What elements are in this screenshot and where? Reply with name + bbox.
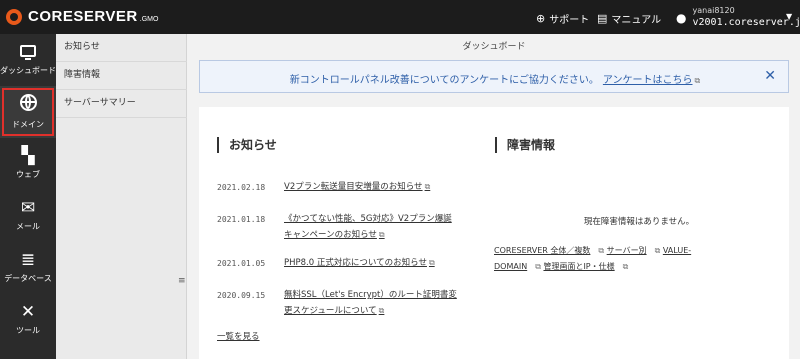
brand-suffix: .GMO (139, 15, 159, 23)
news-link[interactable]: V2プラン転送量目安増量のお知らせ ⧉ (284, 179, 459, 195)
nav-web[interactable]: ▚ ウェブ (0, 138, 56, 190)
submenu-item-news[interactable]: お知らせ (56, 34, 187, 62)
external-link-icon: ⧉ (428, 258, 435, 267)
news-title: PHP8.0 正式対応についてのお知らせ (284, 258, 427, 268)
external-link-icon: ⧉ (598, 246, 605, 255)
survey-notice: 新コントロールパネル改善についてのアンケートにご協力ください。 アンケートはこちら… (199, 60, 789, 93)
nav-mail[interactable]: ✉ メール (0, 190, 56, 242)
news-title: 無料SSL（Let's Encrypt）のルート証明書変更スケジュールについて (284, 290, 457, 316)
main-content: ダッシュボード 新コントロールパネル改善についてのアンケートにご協力ください。ア… (188, 34, 800, 359)
fault-message: 現在障害情報はありません。 (583, 217, 695, 227)
news-link[interactable]: PHP8.0 正式対応についてのお知らせ ⧉ (284, 255, 459, 271)
nav-label: ドメイン (12, 120, 44, 129)
globe-icon (0, 94, 56, 116)
news-link[interactable]: 無料SSL（Let's Encrypt）のルート証明書変更スケジュールについて ⧉ (284, 287, 459, 319)
brand-logo[interactable]: CORESERVER .GMO (6, 8, 158, 25)
view-all-news-link[interactable]: 一覧を見る (217, 330, 260, 342)
fault-link-per-server[interactable]: サーバー別 (607, 246, 647, 255)
nav-label: ダッシュボード (0, 66, 56, 75)
external-link-icon: ⧉ (378, 306, 385, 315)
news-date: 2021.01.18 (217, 215, 266, 224)
nav-tools[interactable]: ✕ ツール (0, 294, 56, 346)
user-menu[interactable]: ● yanai8120 v2001.coreserver.jp (676, 5, 800, 29)
external-link-icon: ⧉ (694, 76, 701, 85)
lifebuoy-icon: ⊕ (536, 12, 546, 25)
nav-database[interactable]: ≣ データベース (0, 242, 56, 294)
external-link-icon: ⧉ (654, 246, 661, 255)
fault-links: CORESERVER 全体／複数 ⧉ サーバー別 ⧉ VALUE-DOMAIN ⧉ 管… (494, 243, 734, 275)
close-icon[interactable]: ✕ (764, 68, 776, 84)
nav-label: ウェブ (16, 170, 40, 179)
secondary-menu: お知らせ 障害情報 サーバーサマリー (56, 34, 187, 359)
news-date: 2021.02.18 (217, 183, 266, 192)
menu-collapse-icon[interactable]: ≡ (178, 276, 186, 286)
user-host: v2001.coreserver.jp (692, 17, 800, 28)
notice-text: 新コントロールパネル改善についてのアンケートにご協力ください。 (289, 75, 599, 86)
brand-logo-icon (6, 8, 22, 25)
icon-sidebar: ダッシュボード ドメイン ▚ ウェブ ✉ メール ≣ データベース ✕ ツール (0, 34, 56, 359)
manual-link[interactable]: ▤ マニュアル (597, 11, 661, 26)
fault-link-admin-ip[interactable]: 管理画面とIP・仕様 (543, 262, 614, 271)
user-name: yanai8120 (692, 6, 735, 15)
nav-domain[interactable]: ドメイン (0, 86, 56, 138)
external-link-icon: ⧉ (378, 230, 385, 239)
nav-label: ツール (16, 326, 40, 335)
book-icon: ▤ (597, 12, 608, 25)
page-title: ダッシュボード (462, 42, 526, 52)
fault-link-global[interactable]: CORESERVER 全体／複数 (494, 246, 590, 255)
caret-down-icon[interactable]: ▼ (786, 12, 792, 21)
support-link[interactable]: ⊕ サポート (536, 11, 589, 26)
grid-plus-icon: ▚ (21, 146, 35, 166)
fault-heading: 障害情報 (495, 137, 555, 153)
news-title: V2プラン転送量目安増量のお知らせ (284, 182, 423, 192)
database-icon: ≣ (20, 250, 36, 270)
manual-label: マニュアル (611, 15, 662, 26)
news-date: 2021.01.05 (217, 259, 266, 268)
news-date: 2020.09.15 (217, 291, 266, 300)
nav-label: データベース (4, 274, 52, 283)
tools-icon: ✕ (20, 302, 36, 322)
news-heading: お知らせ (217, 137, 277, 153)
external-link-icon: ⧉ (535, 262, 541, 271)
submenu-item-faults[interactable]: 障害情報 (56, 62, 187, 90)
support-label: サポート (549, 15, 590, 26)
news-link[interactable]: 《かつてない性能、5G対応》V2プラン爆誕キャンペーンのお知らせ ⧉ (284, 211, 459, 243)
envelope-icon: ✉ (20, 198, 36, 218)
news-title: 《かつてない性能、5G対応》V2プラン爆誕キャンペーンのお知らせ (284, 214, 452, 240)
nav-label: メール (16, 222, 40, 231)
top-bar: CORESERVER .GMO ⊕ サポート ▤ マニュアル ● yanai81… (0, 0, 800, 34)
external-link-icon: ⧉ (424, 182, 431, 191)
user-icon: ● (676, 11, 687, 25)
brand-name: CORESERVER (28, 8, 138, 25)
info-card: お知らせ 障害情報 2021.02.18 V2プラン転送量目安増量のお知らせ ⧉ … (199, 107, 789, 359)
submenu-item-server-summary[interactable]: サーバーサマリー (56, 90, 187, 118)
nav-dashboard[interactable]: ダッシュボード (0, 34, 56, 86)
monitor-icon (0, 42, 56, 62)
external-link-icon: ⧉ (622, 262, 629, 271)
survey-link[interactable]: アンケートはこちら (603, 75, 693, 86)
